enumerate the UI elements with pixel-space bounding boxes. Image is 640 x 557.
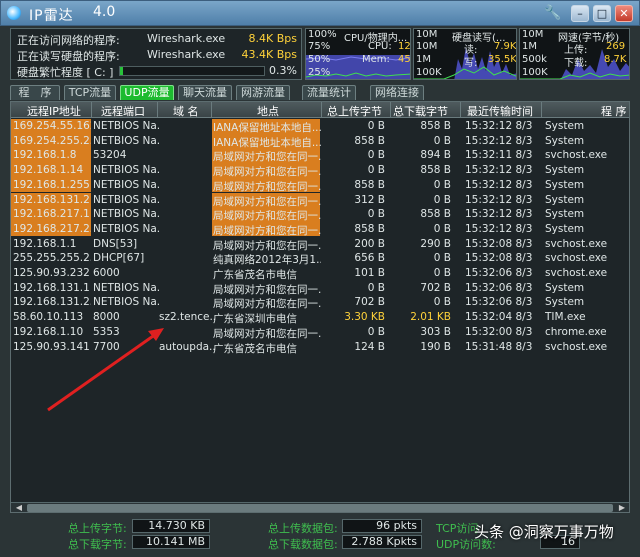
- upload-packets-label: 总上传数据包:: [268, 522, 338, 535]
- watermark: 头条 @洞察万事万物: [474, 523, 614, 541]
- annotation-arrow: [47, 328, 164, 412]
- total-download-label: 总下载字节:: [68, 538, 127, 551]
- download-packets-value: 2.788 Kpkts: [342, 535, 422, 549]
- download-packets-label: 总下载数据包:: [268, 538, 338, 551]
- tcp-access-label: TCP访问: [436, 522, 479, 535]
- total-download-value: 10.141 MB: [132, 535, 210, 549]
- upload-packets-value: 96 pkts: [342, 519, 422, 533]
- total-upload-label: 总上传字节:: [68, 522, 127, 535]
- total-upload-value: 14.730 KB: [132, 519, 210, 533]
